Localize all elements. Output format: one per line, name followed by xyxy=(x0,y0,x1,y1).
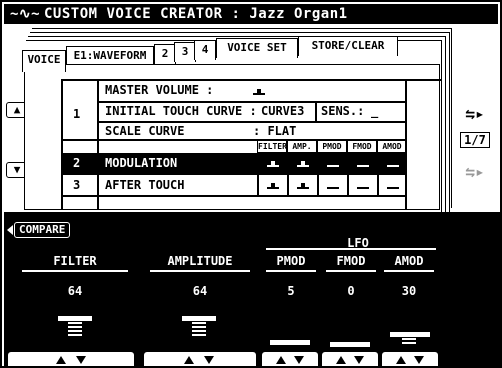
aftertouch-fmod-switch[interactable] xyxy=(357,182,369,189)
col-header-amod: AMOD xyxy=(377,140,407,153)
triangle-up-icon[interactable] xyxy=(396,356,406,364)
col-header-pmod: PMOD xyxy=(317,140,347,153)
triangle-up-icon: ▲ xyxy=(13,103,21,116)
master-volume-switch[interactable] xyxy=(253,88,265,95)
slider-handle-fmod[interactable] xyxy=(330,342,370,347)
slider-handle-pmod[interactable] xyxy=(270,340,310,345)
triangle-down-icon[interactable] xyxy=(294,356,304,364)
triangle-down-icon[interactable] xyxy=(204,356,214,364)
initial-touch-label: INITIAL TOUCH CURVE : xyxy=(105,104,257,118)
param-value-amod: 30 xyxy=(401,284,417,298)
row-after-touch[interactable]: 3 AFTER TOUCH xyxy=(61,175,405,195)
triangle-down-icon[interactable] xyxy=(414,356,424,364)
window-title: CUSTOM VOICE CREATOR : Jazz Organ1 xyxy=(44,6,348,22)
param-value-pmod: 5 xyxy=(287,284,295,298)
lfo-underline xyxy=(266,248,436,250)
modulation-amod-switch[interactable] xyxy=(387,160,399,167)
modulation-fmod-switch[interactable] xyxy=(357,160,369,167)
aftertouch-amod-switch[interactable] xyxy=(387,182,399,189)
title-bar: ~∿~ CUSTOM VOICE CREATOR : Jazz Organ1 xyxy=(4,4,498,24)
param-label-fmod: FMOD xyxy=(336,254,366,268)
slider-handle-amplitude[interactable] xyxy=(182,316,216,321)
modulation-pmod-switch[interactable] xyxy=(327,160,339,167)
tab-2[interactable]: 2 xyxy=(154,44,176,64)
tab-store-clear[interactable]: STORE/CLEAR xyxy=(298,36,398,56)
page-indicator: 1/7 xyxy=(460,132,490,148)
pmod-updown-buttons[interactable] xyxy=(262,352,318,366)
sens-value[interactable]: _ xyxy=(371,102,378,120)
voice-settings-panel: 1 MASTER VOLUME : INITIAL TOUCH CURVE : … xyxy=(24,64,441,210)
modulation-amp-switch[interactable] xyxy=(297,160,309,167)
row-number: 2 xyxy=(73,156,81,170)
aftertouch-filter-switch[interactable] xyxy=(267,182,279,189)
page-switch-icon[interactable]: ⇋▸ xyxy=(460,104,490,123)
param-label-amod: AMOD xyxy=(394,254,424,268)
triangle-up-icon[interactable] xyxy=(56,356,66,364)
param-label-pmod: PMOD xyxy=(276,254,306,268)
compare-arrow-icon xyxy=(7,225,13,235)
scale-curve-value[interactable]: : FLAT xyxy=(253,122,296,140)
scale-curve-label: SCALE CURVE xyxy=(105,124,185,138)
row-number: 3 xyxy=(73,178,81,192)
compare-button[interactable]: COMPARE xyxy=(7,222,71,238)
row-label: AFTER TOUCH xyxy=(105,178,185,192)
fmod-updown-buttons[interactable] xyxy=(322,352,378,366)
tab-voice-set[interactable]: VOICE SET xyxy=(216,38,298,58)
triangle-down-icon[interactable] xyxy=(76,356,86,364)
col-header-filter: FILTER xyxy=(257,140,287,153)
tab-strip: VOICE E1:WAVEFORM 2 3 4 VOICE SET STORE/… xyxy=(22,36,456,72)
compare-label: COMPARE xyxy=(19,223,66,236)
row-modulation[interactable]: 2 MODULATION xyxy=(61,153,405,173)
amplitude-updown-buttons[interactable] xyxy=(144,352,256,366)
group1-number: 1 xyxy=(73,107,81,121)
param-label-amplitude: AMPLITUDE xyxy=(167,254,233,268)
aftertouch-amp-switch[interactable] xyxy=(297,182,309,189)
bottom-parameter-area: COMPARE LFO FILTER AMPLITUDE PMOD FMOD A… xyxy=(4,212,500,366)
slider-handle-amod[interactable] xyxy=(390,332,430,337)
param-value-amplitude: 64 xyxy=(192,284,208,298)
param-value-filter: 64 xyxy=(67,284,83,298)
triangle-down-icon: ▼ xyxy=(13,163,21,176)
master-volume-label: MASTER VOLUME : xyxy=(105,83,214,97)
page-switch-disabled-icon: ⇋▸ xyxy=(465,162,485,181)
filter-updown-buttons[interactable] xyxy=(8,352,134,366)
amod-updown-buttons[interactable] xyxy=(382,352,438,366)
tab-4[interactable]: 4 xyxy=(194,40,216,60)
lcd-screen: ~∿~ CUSTOM VOICE CREATOR : Jazz Organ1 V… xyxy=(0,0,502,368)
initial-touch-value[interactable]: CURVE3 xyxy=(261,102,304,120)
col-header-fmod: FMOD xyxy=(347,140,377,153)
tab-voice[interactable]: VOICE xyxy=(22,50,66,72)
row-label: MODULATION xyxy=(105,156,178,170)
col-header-amp: AMP. xyxy=(287,140,317,153)
tab-e1-waveform[interactable]: E1:WAVEFORM xyxy=(66,46,154,66)
param-value-fmod: 0 xyxy=(347,284,355,298)
triangle-up-icon[interactable] xyxy=(276,356,286,364)
modulation-filter-switch[interactable] xyxy=(267,160,279,167)
param-label-filter: FILTER xyxy=(53,254,97,268)
sens-label: SENS.: xyxy=(321,104,365,118)
triangle-up-icon[interactable] xyxy=(336,356,346,364)
waveform-icon: ~∿~ xyxy=(10,6,41,22)
triangle-down-icon[interactable] xyxy=(354,356,364,364)
tab-3[interactable]: 3 xyxy=(174,42,196,62)
triangle-up-icon[interactable] xyxy=(184,356,194,364)
slider-handle-filter[interactable] xyxy=(58,316,92,321)
aftertouch-pmod-switch[interactable] xyxy=(327,182,339,189)
